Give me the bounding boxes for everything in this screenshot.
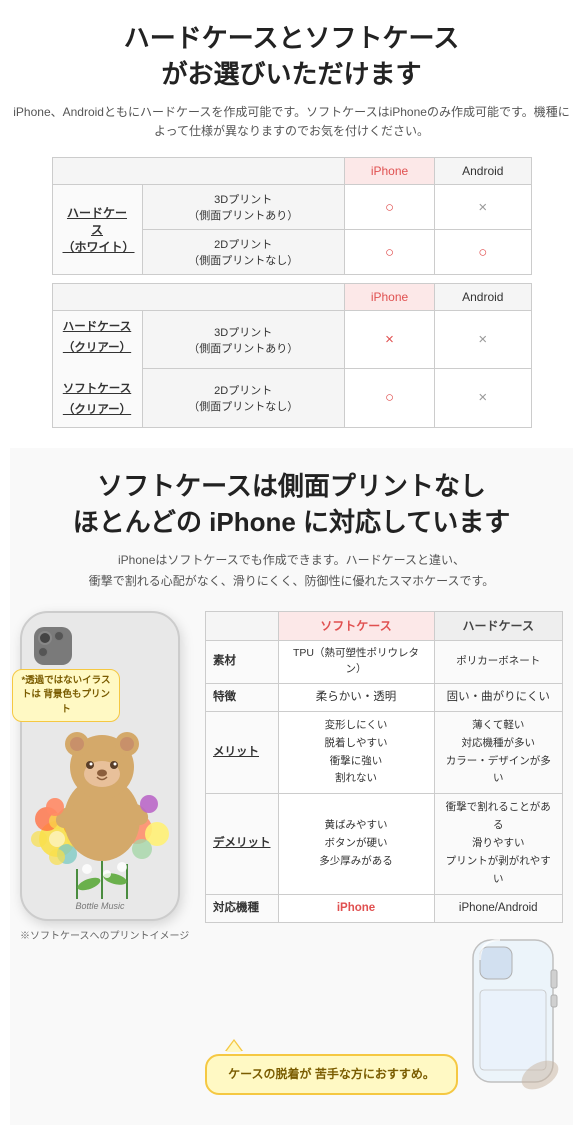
clear-case-svg (468, 935, 563, 1090)
col-iphone-header2: iPhone (344, 284, 434, 311)
3d-android-mark2: × (435, 311, 531, 369)
2d-iphone-mark2: ○ (344, 369, 434, 427)
2d-iphone-mark1: ○ (344, 230, 434, 275)
section1: ハードケースとソフトケース がお選びいただけます iPhone、Androidと… (10, 20, 573, 428)
hard-case-header: ハードケース (434, 612, 562, 641)
section1-title: ハードケースとソフトケース がお選びいただけます (10, 20, 573, 93)
col-android-header1: Android (435, 158, 531, 185)
case-table1: iPhone Android ハードケース （ホワイト） 3Dプリント（側面プリ… (52, 157, 532, 427)
empty-header (206, 612, 279, 641)
section2-title: ソフトケースは側面プリントなし ほとんどの iPhone に対応しています (20, 468, 563, 541)
3d-iphone-mark2: × (344, 311, 434, 369)
table1-wrap: iPhone Android ハードケース （ホワイト） 3Dプリント（側面プリ… (10, 157, 573, 427)
table-column: ソフトケース ハードケース 素材 TPU（熱可塑性ポリウレタン） ポリカーボネー… (205, 611, 563, 1095)
phone-column: Bottle Music *透過ではないイラストは 背景色もプリント ※ソフトケ… (20, 611, 195, 942)
2d-android-mark2: × (435, 369, 531, 427)
3d-iphone-mark1: ○ (344, 185, 434, 230)
model-soft: iPhone (278, 894, 434, 922)
feature-soft: 柔らかい・透明 (278, 683, 434, 711)
3d-android-mark1: × (435, 185, 531, 230)
demerit-soft: 黄ばみやすい ボタンが硬い 多少厚みがある (278, 794, 434, 894)
section2-content: Bottle Music *透過ではないイラストは 背景色もプリント ※ソフトケ… (20, 611, 563, 1095)
merit-soft: 変形しにくい 脱着しやすい 衝撃に強い 割れない (278, 711, 434, 793)
col-iphone-header1: iPhone (344, 158, 434, 185)
section2-description: iPhoneはソフトケースでも作成できます。ハードケースと違い、 衝撃で割れる心… (20, 550, 563, 591)
material-label: 素材 (206, 641, 279, 684)
model-label: 対応機種 (206, 894, 279, 922)
2d-android-mark1: ○ (435, 230, 531, 275)
print-2d-label1: 2Dプリント（側面プリントなし） (142, 230, 344, 275)
print-3d-label2: 3Dプリント（側面プリントあり） (142, 311, 344, 369)
material-soft: TPU（熱可塑性ポリウレタン） (278, 641, 434, 684)
demerit-hard: 衝撃で割れることがある 滑りやすい プリントが剥がれやすい (434, 794, 562, 894)
merit-label: メリット (206, 711, 279, 793)
bubble-label: *透過ではないイラストは 背景色もプリント (12, 669, 120, 722)
phone-mockup: Bottle Music (20, 611, 180, 921)
hard-white-label: ハードケース （ホワイト） (52, 185, 142, 275)
col-android-header2: Android (435, 284, 531, 311)
model-hard: iPhone/Android (434, 894, 562, 922)
section1-description: iPhone、Androidともにハードケースを作成可能です。ソフトケースはiP… (10, 103, 573, 141)
print-3d-label1: 3Dプリント（側面プリントあり） (142, 185, 344, 230)
hard-clear-soft-clear-label: ハードケース（クリアー） ソフトケース（クリアー） (52, 311, 142, 427)
bottom-area: ケースの脱着が 苦手な方におすすめ。 (205, 935, 563, 1095)
page-wrapper: ハードケースとソフトケース がお選びいただけます iPhone、Androidと… (0, 0, 583, 1145)
section2: ソフトケースは側面プリントなし ほとんどの iPhone に対応しています iP… (10, 448, 573, 1125)
demerit-label: デメリット (206, 794, 279, 894)
print-2d-label2: 2Dプリント（側面プリントなし） (142, 369, 344, 427)
feature-hard: 固い・曲がりにくい (434, 683, 562, 711)
material-hard: ポリカーボネート (434, 641, 562, 684)
speech-bubble-wrapper: ケースの脱着が 苦手な方におすすめ。 (205, 1039, 458, 1094)
feature-label: 特徴 (206, 683, 279, 711)
soft-note: ※ソフトケースへのプリントイメージ (20, 927, 195, 942)
speech-bubble: ケースの脱着が 苦手な方におすすめ。 (205, 1054, 458, 1094)
compare-table: ソフトケース ハードケース 素材 TPU（熱可塑性ポリウレタン） ポリカーボネー… (205, 611, 563, 923)
clear-case-column (468, 935, 563, 1095)
merit-hard: 薄くて軽い 対応機種が多い カラー・デザインが多い (434, 711, 562, 793)
brand-label: Bottle Music (75, 901, 124, 913)
soft-case-header: ソフトケース (278, 612, 434, 641)
